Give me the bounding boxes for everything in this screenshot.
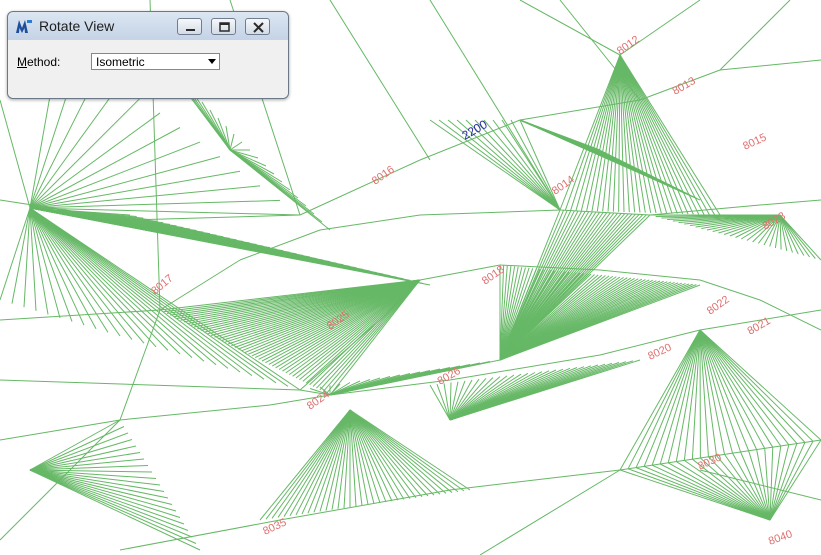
minimize-button[interactable]	[177, 18, 202, 35]
mesh-edge	[0, 99, 31, 209]
mesh-edge	[271, 409, 351, 519]
breakline	[119, 404, 271, 421]
title-bar[interactable]: Rotate View	[8, 12, 288, 40]
mesh-edge	[29, 207, 289, 387]
mesh-edge	[29, 141, 201, 209]
mesh-edge	[619, 54, 662, 214]
point-label: 8021	[746, 315, 773, 338]
breakline	[759, 199, 821, 206]
mesh-edge	[29, 469, 197, 544]
mesh-edge	[619, 54, 684, 215]
restore-icon	[219, 22, 230, 32]
mesh-edge	[719, 0, 791, 71]
mesh-edge	[699, 329, 814, 442]
mesh-edge	[769, 443, 798, 521]
close-icon	[253, 22, 264, 33]
mesh-edge	[201, 101, 231, 151]
mesh-edge	[295, 409, 351, 516]
mesh-edge	[29, 207, 265, 380]
method-value: Isometric	[96, 55, 145, 69]
mesh-edge	[289, 409, 351, 516]
mesh-edge	[449, 359, 641, 421]
mesh-edge	[699, 329, 782, 447]
mesh-edge	[779, 214, 821, 261]
mesh-edge	[29, 469, 201, 551]
minimize-icon	[186, 29, 195, 31]
mesh-edge	[29, 469, 165, 492]
mesh-edge	[619, 54, 721, 216]
mesh-edge	[570, 54, 621, 211]
breakline	[119, 309, 161, 421]
mesh-edge	[29, 207, 241, 373]
restore-button[interactable]	[211, 18, 236, 35]
point-label: 8023	[761, 210, 788, 233]
mesh-edge	[329, 0, 431, 161]
mesh-edge	[329, 359, 501, 396]
dialog-body: Method: Isometric	[8, 40, 288, 98]
mesh-edge	[659, 463, 771, 521]
mesh-edge	[619, 54, 678, 214]
mesh-edge	[429, 0, 561, 211]
breakline	[419, 209, 561, 216]
breakline	[119, 519, 281, 551]
mesh-edge	[586, 54, 621, 211]
mesh-edge	[575, 54, 621, 211]
mesh-edge	[436, 383, 451, 421]
point-label: 8020	[646, 341, 673, 362]
mesh-edge	[349, 409, 417, 499]
mesh-edge	[29, 207, 277, 384]
point-label: 8016	[370, 164, 397, 188]
method-dropdown[interactable]: Isometric	[91, 53, 220, 70]
point-label: 8022	[705, 294, 732, 318]
mesh-edge	[769, 440, 814, 521]
mesh-edge	[479, 469, 621, 555]
mesh-edge	[29, 469, 181, 518]
mesh-edge	[349, 409, 435, 496]
mesh-edge	[519, 0, 621, 56]
mesh-edge	[619, 54, 716, 216]
point-label: 8017	[149, 272, 175, 297]
breakline	[129, 214, 301, 221]
mesh-edge	[0, 309, 161, 321]
breakline	[449, 469, 621, 491]
mesh-edge	[619, 54, 694, 215]
method-label: Method:	[17, 55, 61, 69]
mesh-edge	[474, 119, 561, 211]
mesh-edge	[591, 54, 621, 212]
mesh-edge	[699, 329, 758, 450]
point-label: 8026	[436, 365, 463, 388]
mesh-edge	[29, 156, 221, 209]
breakline	[619, 439, 821, 471]
point-label: 8035	[261, 516, 288, 537]
breakline	[299, 159, 421, 216]
mesh-edge	[301, 409, 351, 515]
microstation-icon	[16, 20, 32, 33]
point-label: 8012	[615, 34, 642, 58]
mesh-edge	[229, 149, 331, 231]
mesh-edge	[319, 409, 351, 512]
breakline	[719, 59, 821, 71]
mesh-edge	[29, 112, 161, 209]
mesh-edge	[699, 329, 790, 446]
breakline	[319, 214, 421, 231]
breakline	[699, 279, 761, 301]
mesh-edge	[769, 439, 821, 521]
mesh-edge	[635, 467, 771, 521]
mesh-edge	[0, 379, 301, 391]
close-button[interactable]	[245, 18, 270, 35]
chevron-down-icon	[208, 59, 216, 64]
mesh-edge	[619, 54, 657, 214]
window-title: Rotate View	[39, 18, 115, 34]
point-label: 8013	[671, 75, 698, 98]
breakline	[279, 489, 451, 521]
mesh-edge	[699, 329, 774, 448]
mesh-edge	[29, 83, 121, 209]
mesh-edge	[438, 119, 561, 211]
breakline	[599, 269, 701, 281]
point-label: 8015	[741, 131, 768, 152]
rotate-view-dialog: Rotate View Method: Isometric	[7, 11, 289, 99]
mesh-edge	[349, 409, 453, 493]
mesh-edge	[29, 207, 253, 376]
point-label: 8040	[767, 528, 794, 548]
